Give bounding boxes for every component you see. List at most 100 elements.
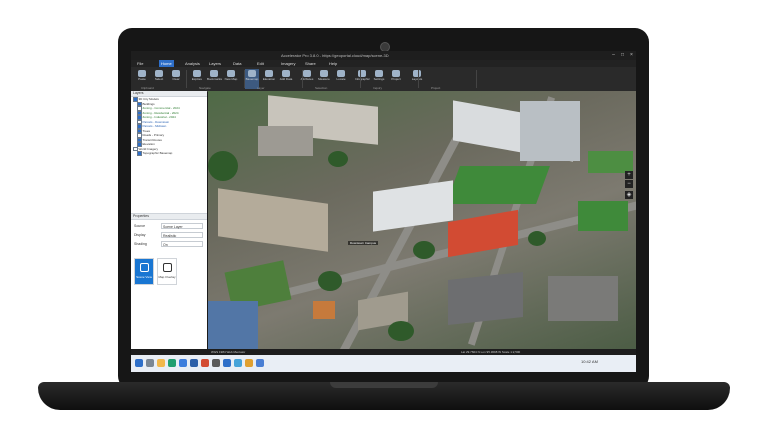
minimize-icon[interactable]: – <box>609 51 618 60</box>
tree-canopy <box>388 321 414 341</box>
tree-canopy <box>413 241 435 259</box>
layer-label: Zoning - Commercial - 2024 <box>142 106 180 111</box>
layer-label: Buildings <box>142 101 155 106</box>
layer-item[interactable]: Topographic Basemap <box>131 151 207 156</box>
menu-item-edit[interactable]: Edit <box>255 60 266 67</box>
ribbon-button-label: Elevation <box>262 77 276 81</box>
ribbon-button-locate[interactable]: Locate <box>334 69 348 89</box>
ribbon-button-infographic[interactable]: Infographic <box>355 69 370 89</box>
ribbon-button-add-data[interactable]: Add Data <box>279 69 293 89</box>
app-icon[interactable] <box>245 359 253 367</box>
map-3d-view[interactable]: Downtown Campus + − ◈ <box>208 91 636 349</box>
layers-panel: Layers 3D City Models Buildings Zoning - C… <box>131 91 207 351</box>
clock: 10:42 AM <box>581 359 598 364</box>
screen: Accelerator Pro 3.8.0 - https://geoporta… <box>131 51 636 372</box>
ribbon-button-label: Clear <box>172 77 180 81</box>
app-icon[interactable] <box>201 359 209 367</box>
locate-icon <box>337 70 345 77</box>
add-data-icon <box>282 70 290 77</box>
ribbon-button-label: Paste <box>138 77 146 81</box>
scene-view-tile[interactable]: Scene View <box>134 258 154 285</box>
menu-item-data[interactable]: Data <box>231 60 243 67</box>
start-icon[interactable] <box>135 359 143 367</box>
ribbon-button-select[interactable]: Select <box>152 69 166 89</box>
menu-item-imagery[interactable]: Imagery <box>279 60 297 67</box>
layer-label: Trees <box>142 128 151 133</box>
red-roof-building <box>448 209 518 258</box>
property-dropdown[interactable]: Scene Layer <box>161 223 203 229</box>
select-icon <box>155 70 163 77</box>
menu-item-help[interactable]: Help <box>327 60 339 67</box>
green-field <box>578 201 628 231</box>
layer-checkbox[interactable] <box>137 151 142 156</box>
layer-tree: 3D City Models Buildings Zoning - Commerci… <box>131 97 207 210</box>
paste-icon <box>138 70 146 77</box>
layer-label: Elevation <box>142 142 155 147</box>
ribbon-button-label: Project <box>391 77 401 81</box>
elevation-icon <box>265 70 273 77</box>
menu-item-analysis[interactable]: Analysis <box>183 60 202 67</box>
app-icon[interactable] <box>234 359 242 367</box>
close-icon[interactable]: × <box>627 51 636 60</box>
ribbon-separator <box>302 70 303 88</box>
ribbon-separator <box>244 70 245 88</box>
clear-icon <box>172 70 180 77</box>
ribbon-button-label: Basemap <box>245 77 259 81</box>
ribbon-toolbar: Paste Select Clear Explore Bookmarks New Map B… <box>131 67 636 92</box>
maximize-icon[interactable]: □ <box>618 51 627 60</box>
property-label: Source <box>134 224 146 228</box>
search-icon[interactable] <box>146 359 154 367</box>
ribbon-separator <box>186 70 187 88</box>
ribbon-button-clear[interactable]: Clear <box>169 69 183 89</box>
ribbon-button-project[interactable]: Project <box>389 69 403 89</box>
map-overlay-icon <box>162 263 172 272</box>
ribbon-button-label: Select <box>154 77 164 81</box>
app-icon[interactable] <box>223 359 231 367</box>
basemap-icon <box>248 70 256 77</box>
menu-item-file[interactable]: File <box>135 60 145 67</box>
ribbon-group-label: Navigate <box>199 86 211 90</box>
property-dropdown[interactable]: Realistic <box>161 232 203 238</box>
ribbon-button-label: Explore <box>191 77 203 81</box>
glass-building <box>208 301 258 349</box>
green-field <box>588 151 633 173</box>
folder-icon[interactable] <box>157 359 165 367</box>
layer-label: 3D City Models <box>138 97 159 102</box>
menu-item-share[interactable]: Share <box>303 60 318 67</box>
ribbon-button-new-map[interactable]: New Map <box>224 69 238 89</box>
browser-icon[interactable] <box>168 359 176 367</box>
building-roof <box>448 272 523 325</box>
zoom-out-icon[interactable]: − <box>625 180 633 188</box>
laptop-notch <box>330 382 438 388</box>
building-roof <box>258 126 313 156</box>
layer-label: Zoning - Industrial - 2024 <box>142 115 176 120</box>
app-icon[interactable] <box>190 359 198 367</box>
layer-label: World Imagery <box>138 146 158 151</box>
app-icon[interactable] <box>256 359 264 367</box>
ribbon-button-label: Bookmarks <box>207 77 223 81</box>
project-icon <box>392 70 400 77</box>
building-roof <box>520 101 580 161</box>
ribbon-group-label: Project <box>431 86 441 90</box>
tile-label: Scene View <box>136 275 152 279</box>
new-map-icon <box>227 70 235 77</box>
menu-item-layers[interactable]: Layers <box>207 60 223 67</box>
app-icon[interactable] <box>212 359 220 367</box>
ribbon-button-label: Settings <box>373 77 385 81</box>
mail-icon[interactable] <box>179 359 187 367</box>
property-dropdown[interactable]: On <box>161 241 203 247</box>
properties-title: Properties <box>131 214 207 220</box>
attributes-icon <box>303 70 311 77</box>
properties-panel: Properties Source Scene Layer Display Reali… <box>131 213 207 351</box>
map-overlay-tile[interactable]: Map Overlay <box>157 258 177 285</box>
property-label: Shading <box>134 242 147 246</box>
tree-canopy <box>528 231 546 246</box>
ribbon-group-label: Selection <box>315 86 328 90</box>
menu-item-home[interactable]: Home <box>159 60 174 67</box>
ribbon-button-layouts[interactable]: Layouts <box>410 69 424 89</box>
zoom-in-icon[interactable]: + <box>625 171 633 179</box>
track-field <box>313 301 335 319</box>
ribbon-button-label: Locate <box>336 77 346 81</box>
compass-icon[interactable]: ◈ <box>625 191 633 199</box>
ribbon-button-label: New Map <box>224 77 238 81</box>
